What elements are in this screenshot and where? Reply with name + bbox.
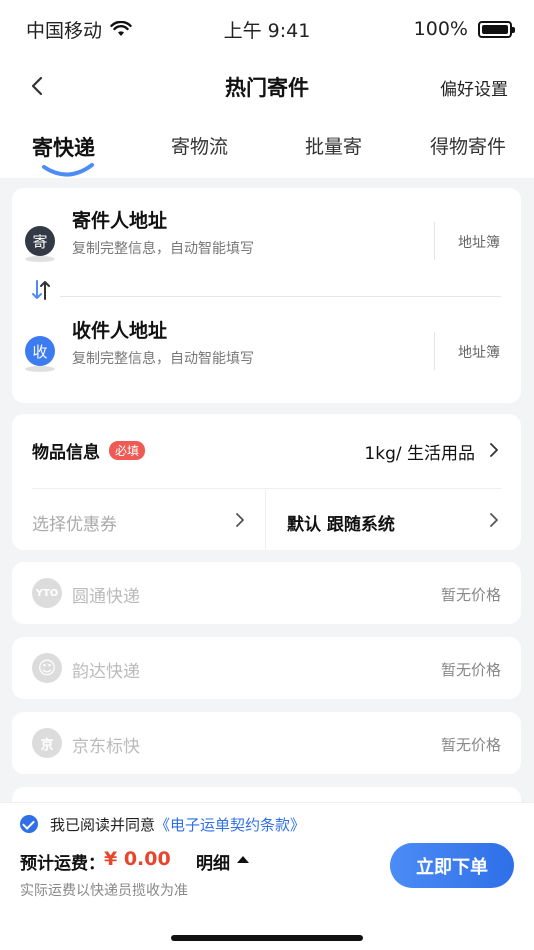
goods-vertical-separator	[265, 490, 266, 550]
wifi-icon	[110, 21, 132, 36]
receiver-subtitle: 复制完整信息，自动智能填写	[72, 351, 254, 367]
carrier-name: 中国移动	[26, 19, 103, 42]
agree-checkbox[interactable]	[20, 815, 38, 833]
goods-info-label: 物品信息	[32, 443, 100, 463]
agreement-link[interactable]: 《电子运单契约条款》	[155, 816, 305, 834]
tab-express[interactable]: 寄快递	[32, 132, 95, 162]
fee-note: 实际运费以快递员揽收为准	[20, 883, 188, 899]
battery-percent: 100%	[413, 18, 468, 40]
carrier-card-yto[interactable]: YTO 圆通快递 暂无价格	[12, 562, 521, 624]
estimated-fee-label: 预计运费：	[20, 854, 105, 874]
carrier-name: 韵达快递	[72, 662, 140, 682]
caret-up-icon[interactable]	[237, 856, 249, 863]
carrier-card-jd[interactable]: 京 京东标快 暂无价格	[12, 712, 521, 774]
sender-address-row[interactable]: 寄 寄件人地址 复制完整信息，自动智能填写 地址簿	[12, 188, 521, 262]
sender-address-book-button[interactable]: 地址簿	[458, 232, 500, 252]
tab-active-indicator	[42, 163, 94, 177]
sender-title: 寄件人地址	[72, 210, 168, 232]
preference-settings-button[interactable]: 偏好设置	[440, 75, 508, 100]
chevron-right-icon[interactable]	[487, 443, 501, 457]
carrier-name: 圆通快递	[72, 587, 140, 607]
chevron-right-icon[interactable]	[233, 513, 247, 527]
sender-badge: 寄	[25, 226, 55, 262]
receiver-address-book-button[interactable]: 地址簿	[458, 342, 500, 362]
sender-divider	[434, 222, 435, 260]
carrier-price: 暂无价格	[440, 736, 501, 754]
estimated-fee-value: ¥ 0.00	[104, 848, 171, 870]
tab-bar: 寄快递 寄物流 批量寄 得物寄件	[0, 116, 534, 178]
fee-detail-button[interactable]: 明细	[196, 849, 230, 874]
receiver-address-row[interactable]: 收 收件人地址 复制完整信息，自动智能填写 地址簿	[12, 298, 521, 372]
receiver-badge: 收	[25, 336, 55, 372]
bottom-bar: 我已阅读并同意《电子运单契约条款》 预计运费： ¥ 0.00 明细 实际运费以快…	[0, 802, 534, 950]
tab-batch[interactable]: 批量寄	[305, 132, 362, 159]
sender-subtitle: 复制完整信息，自动智能填写	[72, 241, 254, 257]
yto-logo-icon: YTO	[32, 578, 62, 608]
carrier-card-yunda[interactable]: ☺ 韵达快递 暂无价格	[12, 637, 521, 699]
receiver-title: 收件人地址	[72, 320, 168, 342]
agreement-text: 我已阅读并同意《电子运单契约条款》	[50, 814, 305, 835]
address-divider-line	[60, 296, 501, 297]
goods-separator	[32, 488, 501, 489]
default-follow-system-select[interactable]: 默认 跟随系统	[287, 510, 395, 535]
jd-logo-icon: 京	[32, 728, 62, 758]
status-right: 100%	[413, 18, 515, 40]
battery-icon	[478, 20, 515, 38]
nav-bar: 热门寄件 偏好设置	[0, 58, 534, 116]
yunda-logo-icon: ☺	[32, 653, 62, 683]
carrier-name: 京东标快	[72, 737, 140, 757]
status-bar: 中国移动 上午 9:41 100%	[0, 0, 534, 58]
home-indicator	[171, 935, 363, 941]
tab-logistics[interactable]: 寄物流	[171, 132, 228, 159]
place-order-button[interactable]: 立即下单	[390, 843, 514, 888]
carrier-price: 暂无价格	[440, 586, 501, 604]
coupon-select[interactable]: 选择优惠券	[32, 510, 117, 535]
carrier-group: 中国移动	[26, 16, 132, 43]
receiver-divider	[434, 332, 435, 370]
agreement-prefix: 我已阅读并同意	[50, 816, 156, 834]
carrier-price: 暂无价格	[440, 661, 501, 679]
chevron-right-icon[interactable]	[487, 513, 501, 527]
goods-info-value[interactable]: 1kg/ 生活用品	[364, 439, 475, 464]
tab-dewu[interactable]: 得物寄件	[430, 132, 506, 159]
required-badge: 必填	[109, 441, 146, 460]
address-card: 寄 寄件人地址 复制完整信息，自动智能填写 地址簿 收 收件人地址 复制完整信息…	[12, 188, 521, 403]
goods-card: 物品信息 必填 1kg/ 生活用品 选择优惠券 默认 跟随系统	[12, 414, 521, 550]
